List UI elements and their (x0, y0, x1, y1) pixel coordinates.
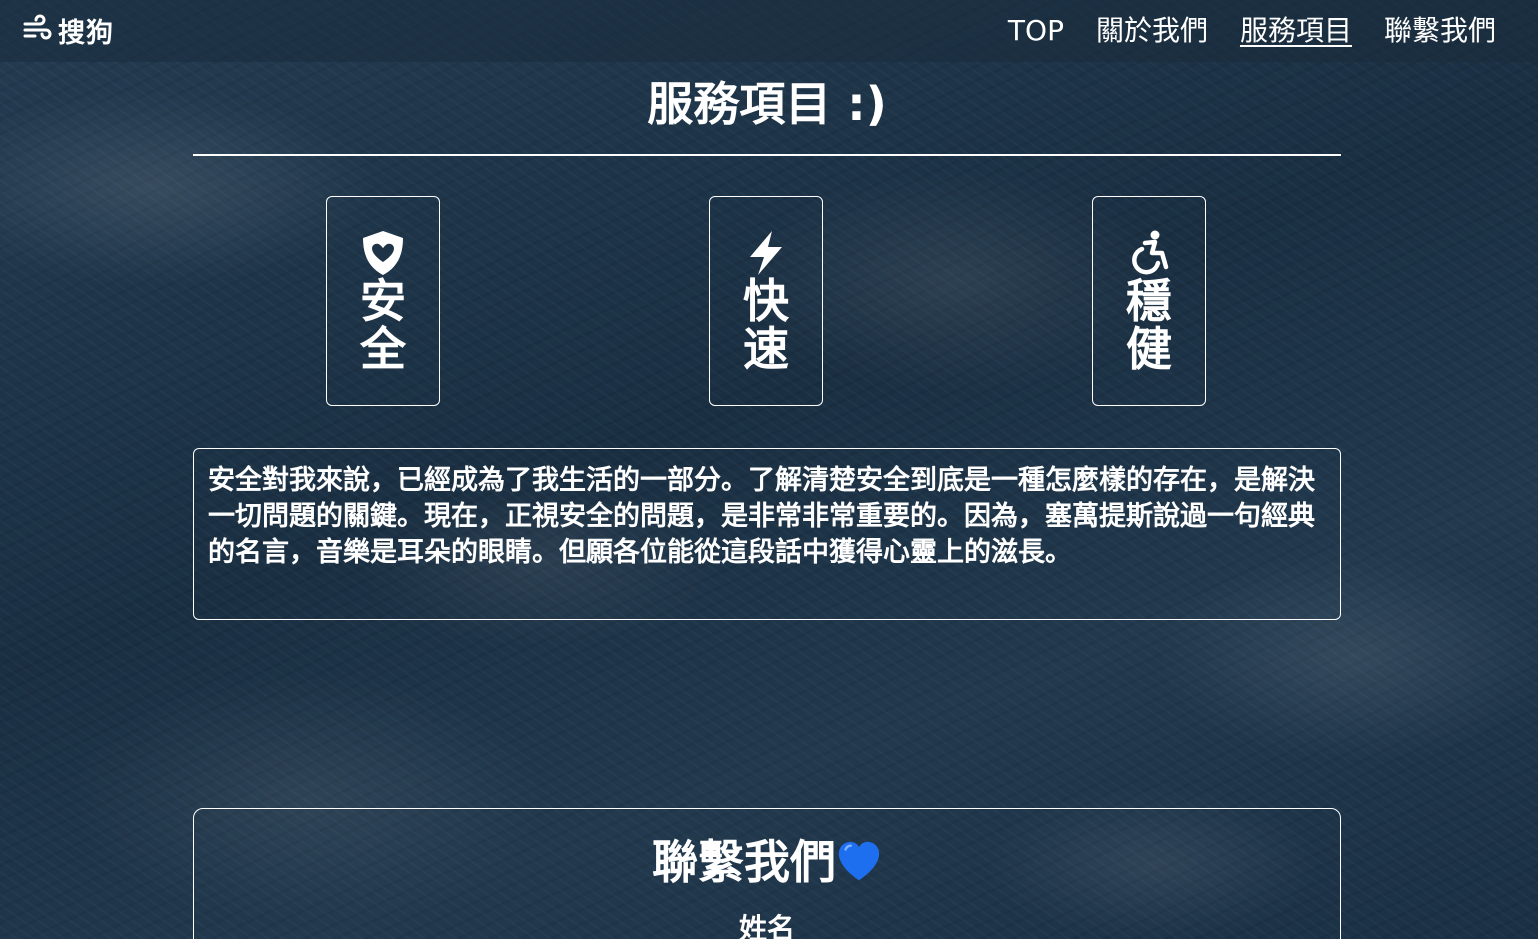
service-label-speed: 快速 (743, 274, 789, 376)
nav-link-top[interactable]: TOP (1008, 11, 1064, 51)
shield-heart-icon (363, 231, 403, 275)
service-description: 安全對我來說，已經成為了我生活的一部分。了解清楚安全到底是一種怎麼樣的存在，是解… (193, 448, 1341, 620)
service-label-safety: 安全 (360, 274, 406, 376)
nav-link-services[interactable]: 服務項目 (1240, 11, 1352, 51)
brand-link[interactable]: 搜狗 (22, 12, 114, 49)
section-divider (193, 154, 1341, 156)
name-field-label: 姓名 (738, 912, 795, 939)
lightning-bolt-icon (750, 231, 782, 275)
wheelchair-icon (1132, 230, 1169, 275)
contact-card: 聯繫我們 姓名 (193, 808, 1341, 939)
service-card-speed[interactable]: 快速 (709, 196, 823, 406)
service-card-safety[interactable]: 安全 (326, 196, 440, 406)
nav-link-contact[interactable]: 聯繫我們 (1384, 11, 1496, 51)
blue-heart-icon (838, 841, 880, 881)
contact-title: 聯繫我們 (194, 831, 1340, 893)
nav-link-about[interactable]: 關於我們 (1096, 11, 1208, 51)
nav-menu: TOP 關於我們 服務項目 聯繫我們 (1008, 11, 1496, 51)
service-label-stability: 穩健 (1126, 274, 1172, 376)
brand-name: 搜狗 (58, 17, 114, 49)
contact-title-text: 聯繫我們 (652, 835, 836, 889)
services-title: 服務項目 :) (647, 77, 887, 131)
navbar: 搜狗 TOP 關於我們 服務項目 聯繫我們 (0, 0, 1538, 62)
wind-icon (23, 14, 52, 40)
service-card-stability[interactable]: 穩健 (1092, 196, 1206, 406)
